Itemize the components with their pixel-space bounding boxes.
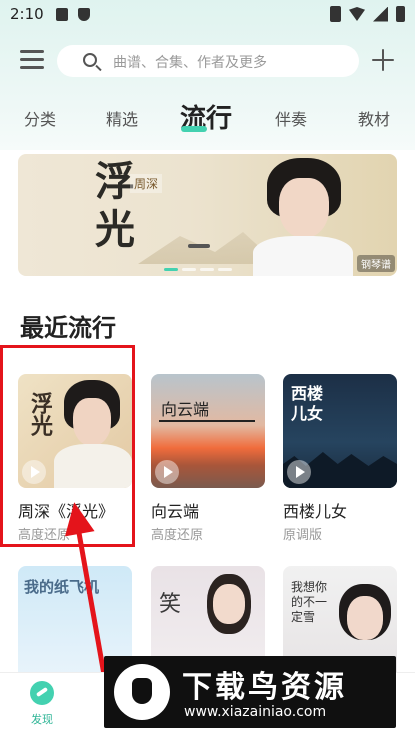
discover-icon <box>30 681 54 705</box>
active-tab-indicator <box>181 126 207 132</box>
nav-discover-label: 发现 <box>31 713 53 726</box>
tab-accompaniment[interactable]: 伴奏 <box>275 106 307 130</box>
status-time: 2:10 <box>10 5 44 23</box>
cover-title: 笑 <box>159 592 182 617</box>
play-icon[interactable] <box>287 460 311 484</box>
watermark-title: 下载鸟资源 <box>182 670 347 705</box>
watermark-logo <box>114 664 170 720</box>
vibrate-icon <box>330 6 341 22</box>
tab-category[interactable]: 分类 <box>24 106 56 130</box>
signal-icon <box>373 6 388 22</box>
song-name: 西楼儿女 <box>283 502 348 521</box>
cover-title: 西楼儿女 <box>291 384 324 423</box>
song-card[interactable]: 西楼儿女 西楼儿女 原调版 <box>283 374 397 543</box>
song-cover[interactable]: 西楼儿女 <box>283 374 397 488</box>
song-card[interactable]: 向云端 向云端 高度还原 <box>151 374 265 543</box>
nav-discover[interactable]: 发现 <box>20 681 64 727</box>
section-title: 最近流行 <box>20 314 116 342</box>
notification-a-icon <box>56 8 68 21</box>
tab-textbook[interactable]: 教材 <box>358 106 390 130</box>
banner-boat-art <box>188 244 210 248</box>
banner-artist: 周深 <box>130 174 163 193</box>
status-bar: 2:10 <box>0 0 415 30</box>
search-input[interactable]: 曲谱、合集、作者及更多 <box>57 45 359 77</box>
search-icon <box>83 53 97 67</box>
menu-icon[interactable] <box>20 50 44 70</box>
cover-title: 向云端 <box>161 400 210 419</box>
banner-badge: 钢琴谱 <box>357 255 395 272</box>
wifi-icon <box>349 7 365 21</box>
banner-artist-photo <box>243 156 363 276</box>
cover-title: 我想你的不一定雪 <box>291 580 328 624</box>
song-version: 原调版 <box>283 528 323 543</box>
add-icon[interactable] <box>371 48 395 72</box>
tab-featured[interactable]: 精选 <box>106 106 138 130</box>
banner-pagination <box>164 268 232 271</box>
watermark-url: www.xiazainiao.com <box>184 704 327 720</box>
song-version: 高度还原 <box>151 528 204 543</box>
battery-icon <box>396 6 405 22</box>
play-icon[interactable] <box>155 460 179 484</box>
song-name: 向云端 <box>151 502 200 521</box>
featured-banner[interactable]: 浮光 周深 钢琴谱 <box>18 154 397 276</box>
song-cover[interactable]: 向云端 <box>151 374 265 488</box>
shield-icon <box>78 8 90 21</box>
annotation-arrow-head <box>59 499 95 537</box>
watermark: 下载鸟资源 www.xiazainiao.com <box>104 656 396 728</box>
search-placeholder: 曲谱、合集、作者及更多 <box>113 55 267 71</box>
